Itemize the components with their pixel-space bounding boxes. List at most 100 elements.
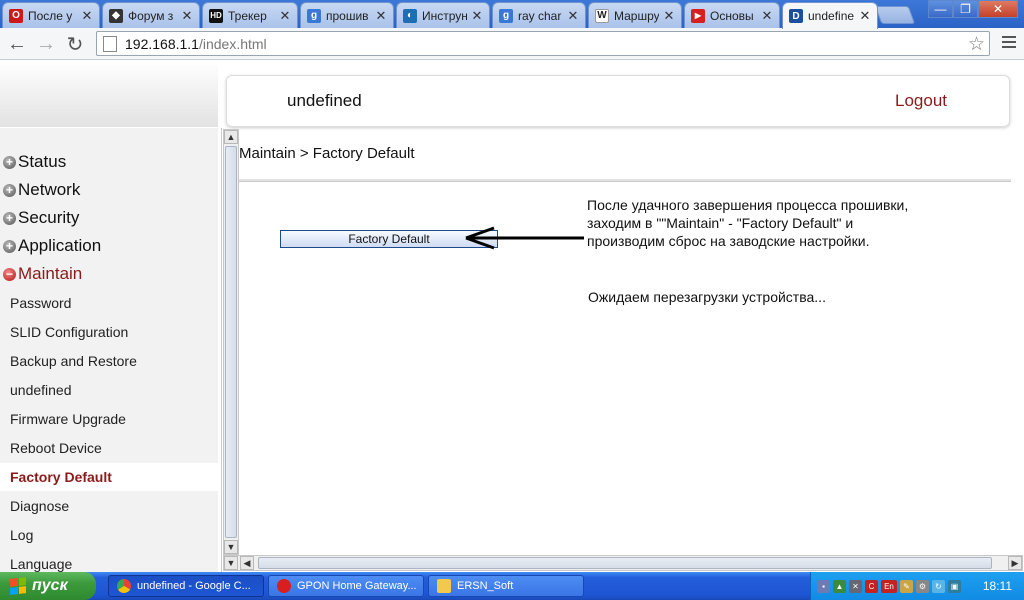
new-tab-button[interactable] <box>874 6 916 24</box>
sidebar-item-diagnose[interactable]: Diagnose <box>0 492 218 520</box>
menu-section-label: Network <box>18 180 81 199</box>
sidebar-item-label: Firmware Upgrade <box>10 411 126 427</box>
scroll-down-icon[interactable]: ▼ <box>224 556 238 570</box>
horizontal-scrollbar[interactable]: ▼ ◀ ▶ <box>223 555 1023 571</box>
scroll-left-icon[interactable]: ◀ <box>240 556 254 570</box>
close-icon[interactable]: ✕ <box>859 8 871 24</box>
tab-title: ray char <box>518 8 562 23</box>
taskbar-item-chrome[interactable]: undefined - Google C... <box>108 575 264 597</box>
vertical-scrollbar[interactable]: ▲ ▼ <box>223 129 239 555</box>
tab-title: прошив <box>326 8 369 23</box>
browser-tab[interactable]: ◆ Форум з ✕ <box>102 2 200 28</box>
menu-section-network[interactable]: + Network <box>0 177 80 203</box>
menu-icon[interactable] <box>1002 36 1016 51</box>
vertical-scroll-thumb[interactable] <box>225 146 237 538</box>
sidebar-item-label: Log <box>10 527 34 543</box>
logout-link[interactable]: Logout <box>895 91 947 111</box>
spy-icon: ◆ <box>109 8 123 23</box>
tab-title: После у <box>28 8 73 23</box>
start-button[interactable]: пуск <box>0 572 96 600</box>
taskbar-item-opera[interactable]: GPON Home Gateway... <box>268 575 424 597</box>
browser-tab[interactable]: g прошив ✕ <box>300 2 394 28</box>
tab-title: Трекер <box>228 8 267 23</box>
restore-button[interactable]: ❐ <box>953 0 978 18</box>
clock[interactable]: 18:11 <box>983 579 1012 593</box>
menu-section-security[interactable]: + Security <box>0 205 79 231</box>
reload-button[interactable]: ↻ <box>63 32 87 56</box>
router-icon: D <box>789 9 803 23</box>
close-icon[interactable]: ✕ <box>279 8 291 24</box>
sidebar-item-undefined[interactable]: undefined <box>0 376 218 404</box>
page-header: undefined Logout <box>226 75 1010 127</box>
divider <box>239 179 1011 182</box>
scroll-right-icon[interactable]: ▶ <box>1008 556 1022 570</box>
sidebar-item-slid-configuration[interactable]: SLID Configuration <box>0 318 218 346</box>
language-indicator[interactable]: En <box>881 579 897 593</box>
scroll-down-icon[interactable]: ▼ <box>224 540 238 554</box>
display-icon[interactable]: ▣ <box>948 579 961 593</box>
sidebar-item-backup-restore[interactable]: Backup and Restore <box>0 347 218 375</box>
sidebar-item-label: Reboot Device <box>10 440 102 456</box>
browser-tab[interactable]: HD Трекер ✕ <box>202 2 298 28</box>
close-window-button[interactable]: ✕ <box>978 0 1018 18</box>
content-frame <box>221 128 1024 572</box>
menu-section-label: Maintain <box>18 264 83 283</box>
ccleaner-icon[interactable]: C <box>865 579 878 593</box>
address-bar[interactable]: 192.168.1.1 /index.html ☆ <box>96 31 990 56</box>
tab-title: Инструн <box>422 8 467 23</box>
browser-tab-strip: O После у ✕ ◆ Форум з ✕ HD Трекер ✕ g пр… <box>0 0 1024 29</box>
close-icon[interactable]: ✕ <box>761 8 773 24</box>
browser-tab[interactable]: O После у ✕ <box>2 2 100 28</box>
sync-icon[interactable]: ↻ <box>932 579 945 593</box>
expand-icon: + <box>3 155 16 169</box>
sidebar-item-label: Language <box>10 556 73 572</box>
menu-section-application[interactable]: + Application <box>0 233 101 259</box>
sidebar-item-factory-default[interactable]: Factory Default <box>0 463 218 491</box>
sidebar-item-password[interactable]: Password <box>0 289 218 317</box>
menu-section-maintain[interactable]: − Maintain <box>0 261 82 287</box>
address-path: /index.html <box>198 35 267 52</box>
sidebar-item-label: SLID Configuration <box>10 324 129 340</box>
network-icon[interactable]: ▪ <box>817 579 830 593</box>
opera-icon: O <box>9 8 23 23</box>
close-icon[interactable]: ✕ <box>471 8 483 24</box>
browser-tab[interactable]: W Маршру ✕ <box>588 2 682 28</box>
tab-title: Маршру <box>614 8 659 23</box>
google-icon: g <box>307 8 321 23</box>
close-icon[interactable]: ✕ <box>375 8 387 24</box>
tools-icon[interactable]: ✎ <box>900 579 913 593</box>
minimize-button[interactable]: — <box>928 0 953 18</box>
menu-section-status[interactable]: + Status <box>0 149 66 175</box>
browser-tab[interactable]: ◐ Инструн ✕ <box>396 2 490 28</box>
wikipedia-icon: W <box>595 8 609 23</box>
sidebar-item-reboot-device[interactable]: Reboot Device <box>0 434 218 462</box>
folder-icon <box>437 579 451 593</box>
close-icon[interactable]: ✕ <box>81 8 93 24</box>
page-icon <box>103 35 117 52</box>
scroll-up-icon[interactable]: ▲ <box>224 130 238 144</box>
taskbar-item-folder[interactable]: ERSN_Soft <box>428 575 584 597</box>
menu-section-label: Application <box>18 236 102 255</box>
network-disconnected-icon[interactable]: ✕ <box>849 579 862 593</box>
forward-button[interactable]: → <box>34 32 58 56</box>
close-icon[interactable]: ✕ <box>181 8 193 24</box>
sidebar-item-language[interactable]: Language <box>0 550 218 572</box>
browser-tab[interactable]: ▶ Основы ✕ <box>684 2 780 28</box>
close-icon[interactable]: ✕ <box>663 8 675 24</box>
settings-icon[interactable]: ⚙ <box>916 579 929 593</box>
back-button[interactable]: ← <box>5 32 29 56</box>
bookmark-star-icon[interactable]: ☆ <box>968 33 985 56</box>
shield-icon[interactable]: ▲ <box>833 579 846 593</box>
sidebar-item-log[interactable]: Log <box>0 521 218 549</box>
menu-section-label: Security <box>18 208 80 227</box>
browser-tab[interactable]: g ray char ✕ <box>492 2 586 28</box>
browser-tab-active[interactable]: D undefine ✕ <box>782 2 878 29</box>
horizontal-scroll-thumb[interactable] <box>258 557 992 569</box>
taskbar-item-label: ERSN_Soft <box>457 580 514 592</box>
opera-icon <box>277 579 291 593</box>
collapse-icon: − <box>3 267 16 281</box>
sidebar-item-firmware-upgrade[interactable]: Firmware Upgrade <box>0 405 218 433</box>
close-icon[interactable]: ✕ <box>567 8 579 24</box>
sidebar-item-label: Backup and Restore <box>10 353 137 369</box>
screen: O После у ✕ ◆ Форум з ✕ HD Трекер ✕ g пр… <box>0 0 1024 600</box>
